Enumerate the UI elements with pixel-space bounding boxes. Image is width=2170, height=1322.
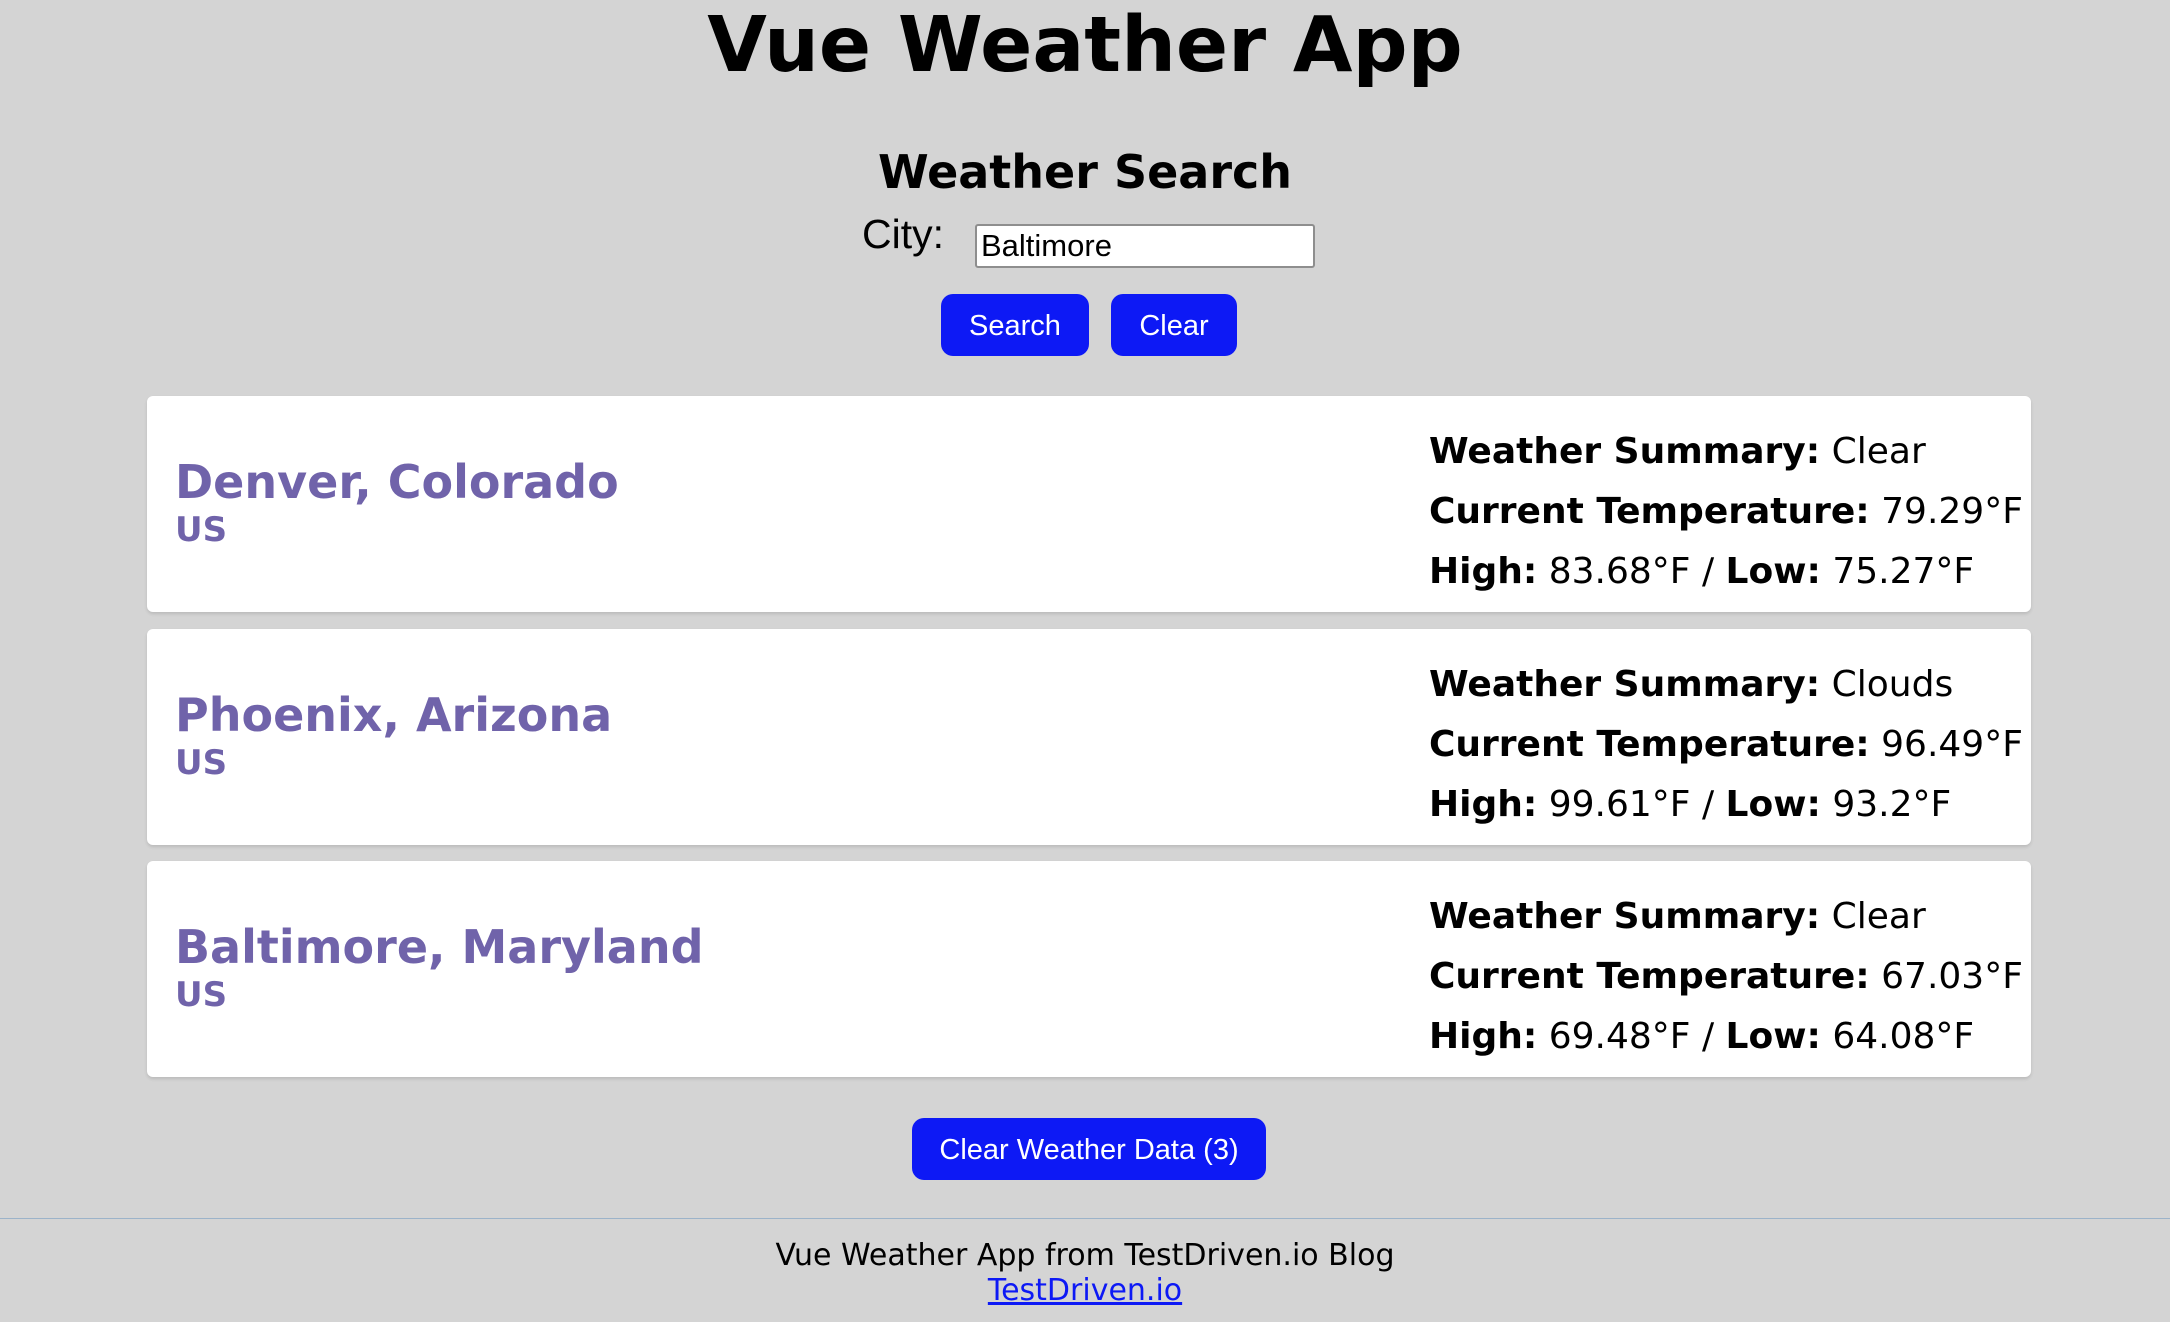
weather-details: Weather Summary: Clouds Current Temperat…: [1429, 655, 2023, 835]
country-code: US: [175, 510, 228, 550]
footer-text: Vue Weather App from TestDriven.io Blog: [775, 1238, 1395, 1273]
low-label: Low:: [1725, 551, 1821, 592]
weather-card: Baltimore, Maryland US Weather Summary: …: [147, 861, 2031, 1077]
search-button[interactable]: Search: [941, 294, 1089, 356]
country-code: US: [175, 975, 228, 1015]
weather-details: Weather Summary: Clear Current Temperatu…: [1429, 422, 2023, 602]
low-value: 75.27°F: [1832, 551, 1975, 592]
clear-button[interactable]: Clear: [1111, 294, 1237, 356]
separator: /: [1701, 784, 1715, 825]
search-section: Weather Search: [0, 140, 2170, 204]
clear-weather-data-button[interactable]: Clear Weather Data (3): [912, 1118, 1266, 1180]
temperature-line: Current Temperature: 79.29°F: [1429, 482, 2023, 542]
low-value: 93.2°F: [1832, 784, 1952, 825]
summary-line: Weather Summary: Clear: [1429, 887, 2023, 947]
summary-line: Weather Summary: Clouds: [1429, 655, 2023, 715]
footer-divider: [0, 1218, 2170, 1219]
temperature-value: 96.49°F: [1881, 724, 2023, 765]
search-title: Weather Search: [877, 145, 1293, 199]
temperature-label: Current Temperature:: [1429, 491, 1870, 532]
low-label: Low:: [1725, 784, 1821, 825]
high-low-line: High: 99.61°F / Low: 93.2°F: [1429, 775, 2023, 835]
weather-card: Denver, Colorado US Weather Summary: Cle…: [147, 396, 2031, 612]
separator: /: [1701, 551, 1715, 592]
temperature-label: Current Temperature:: [1429, 724, 1870, 765]
city-name: Phoenix, Arizona: [175, 688, 613, 742]
temperature-line: Current Temperature: 96.49°F: [1429, 715, 2023, 775]
weather-card: Phoenix, Arizona US Weather Summary: Clo…: [147, 629, 2031, 845]
summary-value: Clear: [1831, 431, 1926, 472]
high-value: 83.68°F: [1548, 551, 1691, 592]
summary-value: Clear: [1831, 896, 1926, 937]
city-name: Baltimore, Maryland: [175, 920, 704, 974]
low-value: 64.08°F: [1832, 1016, 1975, 1057]
city-input[interactable]: [975, 224, 1315, 268]
footer-link[interactable]: TestDriven.io: [988, 1273, 1182, 1308]
high-label: High:: [1429, 551, 1538, 592]
footer-link-container: TestDriven.io: [0, 1272, 2170, 1310]
high-low-line: High: 69.48°F / Low: 64.08°F: [1429, 1007, 2023, 1067]
high-low-line: High: 83.68°F / Low: 75.27°F: [1429, 542, 2023, 602]
summary-label: Weather Summary:: [1429, 664, 1821, 705]
temperature-line: Current Temperature: 67.03°F: [1429, 947, 2023, 1007]
high-label: High:: [1429, 1016, 1538, 1057]
temperature-label: Current Temperature:: [1429, 956, 1870, 997]
weather-details: Weather Summary: Clear Current Temperatu…: [1429, 887, 2023, 1067]
city-name: Denver, Colorado: [175, 455, 619, 509]
high-value: 69.48°F: [1548, 1016, 1691, 1057]
summary-line: Weather Summary: Clear: [1429, 422, 2023, 482]
high-value: 99.61°F: [1548, 784, 1691, 825]
summary-label: Weather Summary:: [1429, 896, 1821, 937]
summary-label: Weather Summary:: [1429, 431, 1821, 472]
temperature-value: 67.03°F: [1881, 956, 2023, 997]
temperature-value: 79.29°F: [1881, 491, 2023, 532]
app-title: Vue Weather App: [707, 1, 1463, 90]
high-label: High:: [1429, 784, 1538, 825]
low-label: Low:: [1725, 1016, 1821, 1057]
summary-value: Clouds: [1831, 664, 1954, 705]
city-label: City:: [862, 211, 944, 257]
country-code: US: [175, 743, 228, 783]
separator: /: [1701, 1016, 1715, 1057]
